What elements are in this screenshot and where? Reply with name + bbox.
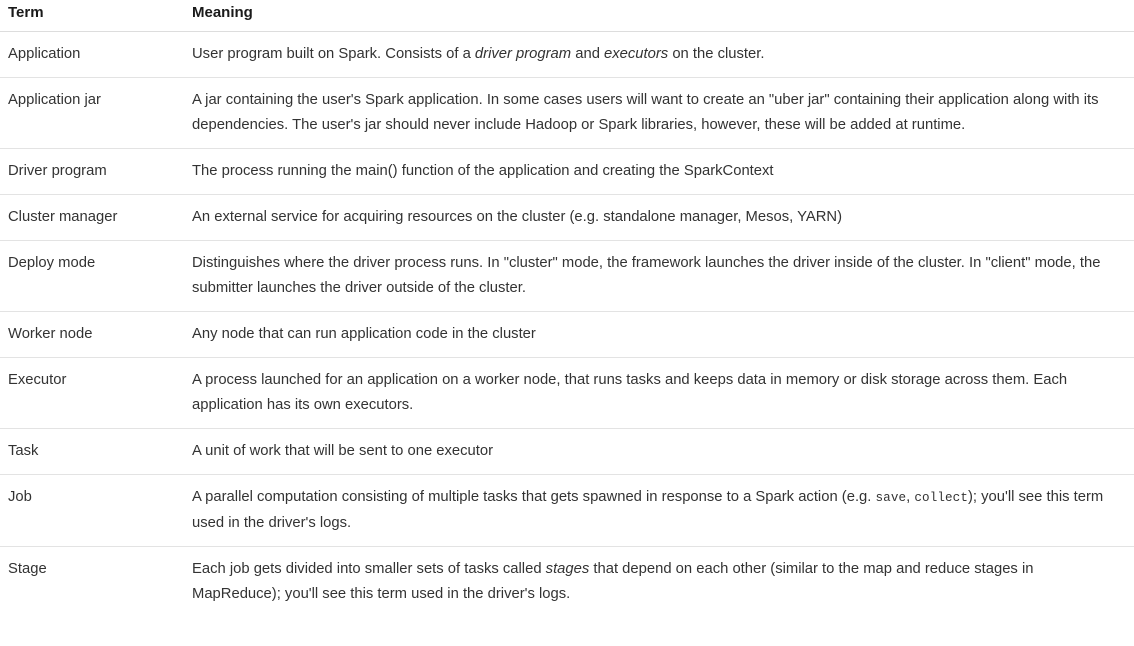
meaning-text: A process launched for an application on… <box>192 372 1068 413</box>
meaning-text: A parallel computation consisting of mul… <box>192 489 1104 531</box>
column-header-term: Term <box>0 0 182 32</box>
table-row: Task A unit of work that will be sent to … <box>0 428 1134 475</box>
cell-meaning: An external service for acquiring resour… <box>182 194 1134 241</box>
cell-meaning: A unit of work that will be sent to one … <box>182 428 1134 475</box>
table-header: Term Meaning <box>0 0 1134 32</box>
cell-term: Cluster manager <box>0 194 182 241</box>
table-row: Deploy mode Distinguishes where the drive… <box>0 240 1134 312</box>
table-row: Driver program The process running the ma… <box>0 148 1134 195</box>
cell-meaning: A jar containing the user's Spark applic… <box>182 77 1134 149</box>
cell-term: Job <box>0 474 182 547</box>
cell-term: Application jar <box>0 77 182 149</box>
meaning-text: Each job gets divided into smaller sets … <box>192 561 1034 602</box>
meaning-text: Distinguishes where the driver process r… <box>192 255 1101 296</box>
meaning-text: The process running the main() function … <box>192 163 774 179</box>
cell-meaning: The process running the main() function … <box>182 148 1134 195</box>
column-header-meaning: Meaning <box>182 0 1134 32</box>
glossary-table: Term Meaning Application User program bui… <box>0 0 1134 617</box>
table-row: Job A parallel computation consisting of … <box>0 474 1134 547</box>
meaning-text: A unit of work that will be sent to one … <box>192 443 494 459</box>
cell-term: Executor <box>0 357 182 429</box>
cell-term: Deploy mode <box>0 240 182 312</box>
cell-meaning: Each job gets divided into smaller sets … <box>182 547 1134 618</box>
cell-meaning: A parallel computation consisting of mul… <box>182 474 1134 547</box>
table-row: Application User program built on Spark. … <box>0 31 1134 78</box>
table-header-row: Term Meaning <box>0 0 1134 32</box>
table-row: Stage Each job gets divided into smaller … <box>0 547 1134 618</box>
table-body: Application User program built on Spark. … <box>0 31 1134 618</box>
table-row: Cluster manager An external service for a… <box>0 194 1134 241</box>
cell-term: Task <box>0 428 182 475</box>
cell-meaning: Any node that can run application code i… <box>182 311 1134 358</box>
cell-meaning: Distinguishes where the driver process r… <box>182 240 1134 312</box>
table-row: Executor A process launched for an applic… <box>0 357 1134 429</box>
meaning-text: Any node that can run application code i… <box>192 326 536 342</box>
cell-term: Driver program <box>0 148 182 195</box>
cell-meaning: User program built on Spark. Consists of… <box>182 31 1134 78</box>
cell-term: Application <box>0 31 182 78</box>
table-row: Application jar A jar containing the user… <box>0 77 1134 149</box>
cell-meaning: A process launched for an application on… <box>182 357 1134 429</box>
meaning-text: A jar containing the user's Spark applic… <box>192 92 1099 133</box>
cell-term: Stage <box>8 561 47 577</box>
table-row: Worker node Any node that can run applica… <box>0 311 1134 358</box>
cell-term: Worker node <box>0 311 182 358</box>
meaning-text: User program built on Spark. Consists of… <box>192 46 765 62</box>
meaning-text: An external service for acquiring resour… <box>192 209 843 225</box>
